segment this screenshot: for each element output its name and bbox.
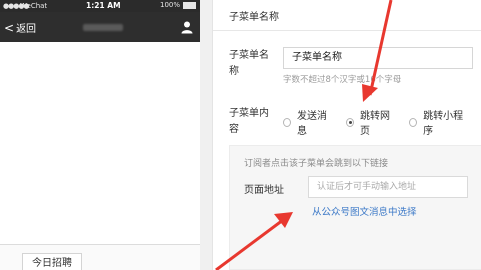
- radio-jump-miniprogram[interactable]: 跳转小程序: [409, 107, 466, 137]
- back-label: 返回: [16, 24, 37, 35]
- content-label: 子菜单内容: [229, 108, 269, 135]
- account-name-blurred: [83, 24, 123, 31]
- choose-from-articles-link[interactable]: 从公众号图文消息中选择: [312, 204, 417, 218]
- submenu-settings-panel: 子菜单名称 子菜单名称 子菜单名称 字数不超过8个汉字或16个字母 子菜单内容 …: [212, 0, 481, 270]
- back-button[interactable]: < 返回: [4, 20, 37, 36]
- status-bar: ●●●●● WeChat 1:21 AM 100%: [0, 0, 200, 12]
- radio-label: 跳转小程序: [423, 111, 464, 137]
- radio-send-message[interactable]: 发送消息: [283, 107, 331, 137]
- name-label: 子菜单名称: [229, 50, 269, 77]
- panel-gap: [200, 0, 212, 270]
- phone-nav-bar: < 返回: [0, 12, 200, 42]
- radio-dot: [283, 117, 291, 127]
- radio-label: 发送消息: [296, 111, 327, 137]
- radio-dot-selected: [346, 117, 355, 127]
- page-address-input[interactable]: 认证后才可手动输入地址: [308, 176, 468, 198]
- subscriber-hint: 订阅者点击该子菜单会跳到以下链接: [244, 159, 389, 169]
- radio-jump-webpage[interactable]: 跳转网页: [346, 107, 394, 137]
- battery-percent: 100%: [159, 1, 180, 9]
- carrier-name: WeChat: [20, 2, 48, 10]
- panel-title: 子菜单名称: [229, 12, 279, 23]
- content-type-options: 发送消息 跳转网页 跳转小程序: [283, 107, 481, 137]
- phone-preview: ●●●●● WeChat 1:21 AM 100% < 返回 今日招聘: [0, 0, 200, 270]
- name-hint: 字数不超过8个汉字或16个字母: [283, 75, 402, 85]
- webpage-settings-box: 订阅者点击该子菜单会跳到以下链接 页面地址 认证后才可手动输入地址 从公众号图文…: [229, 145, 481, 270]
- divider: [213, 30, 481, 31]
- status-time: 1:21 AM: [86, 1, 121, 10]
- back-chevron-icon: <: [4, 20, 15, 35]
- battery-indicator: 100%: [160, 1, 196, 9]
- page-address-label: 页面地址: [244, 185, 284, 196]
- menu-button-jobs[interactable]: 今日招聘: [22, 253, 82, 270]
- submenu-name-input[interactable]: 子菜单名称: [283, 47, 473, 69]
- radio-dot: [409, 117, 418, 127]
- radio-label: 跳转网页: [360, 111, 391, 137]
- user-icon[interactable]: [180, 20, 194, 34]
- battery-icon: [183, 1, 196, 9]
